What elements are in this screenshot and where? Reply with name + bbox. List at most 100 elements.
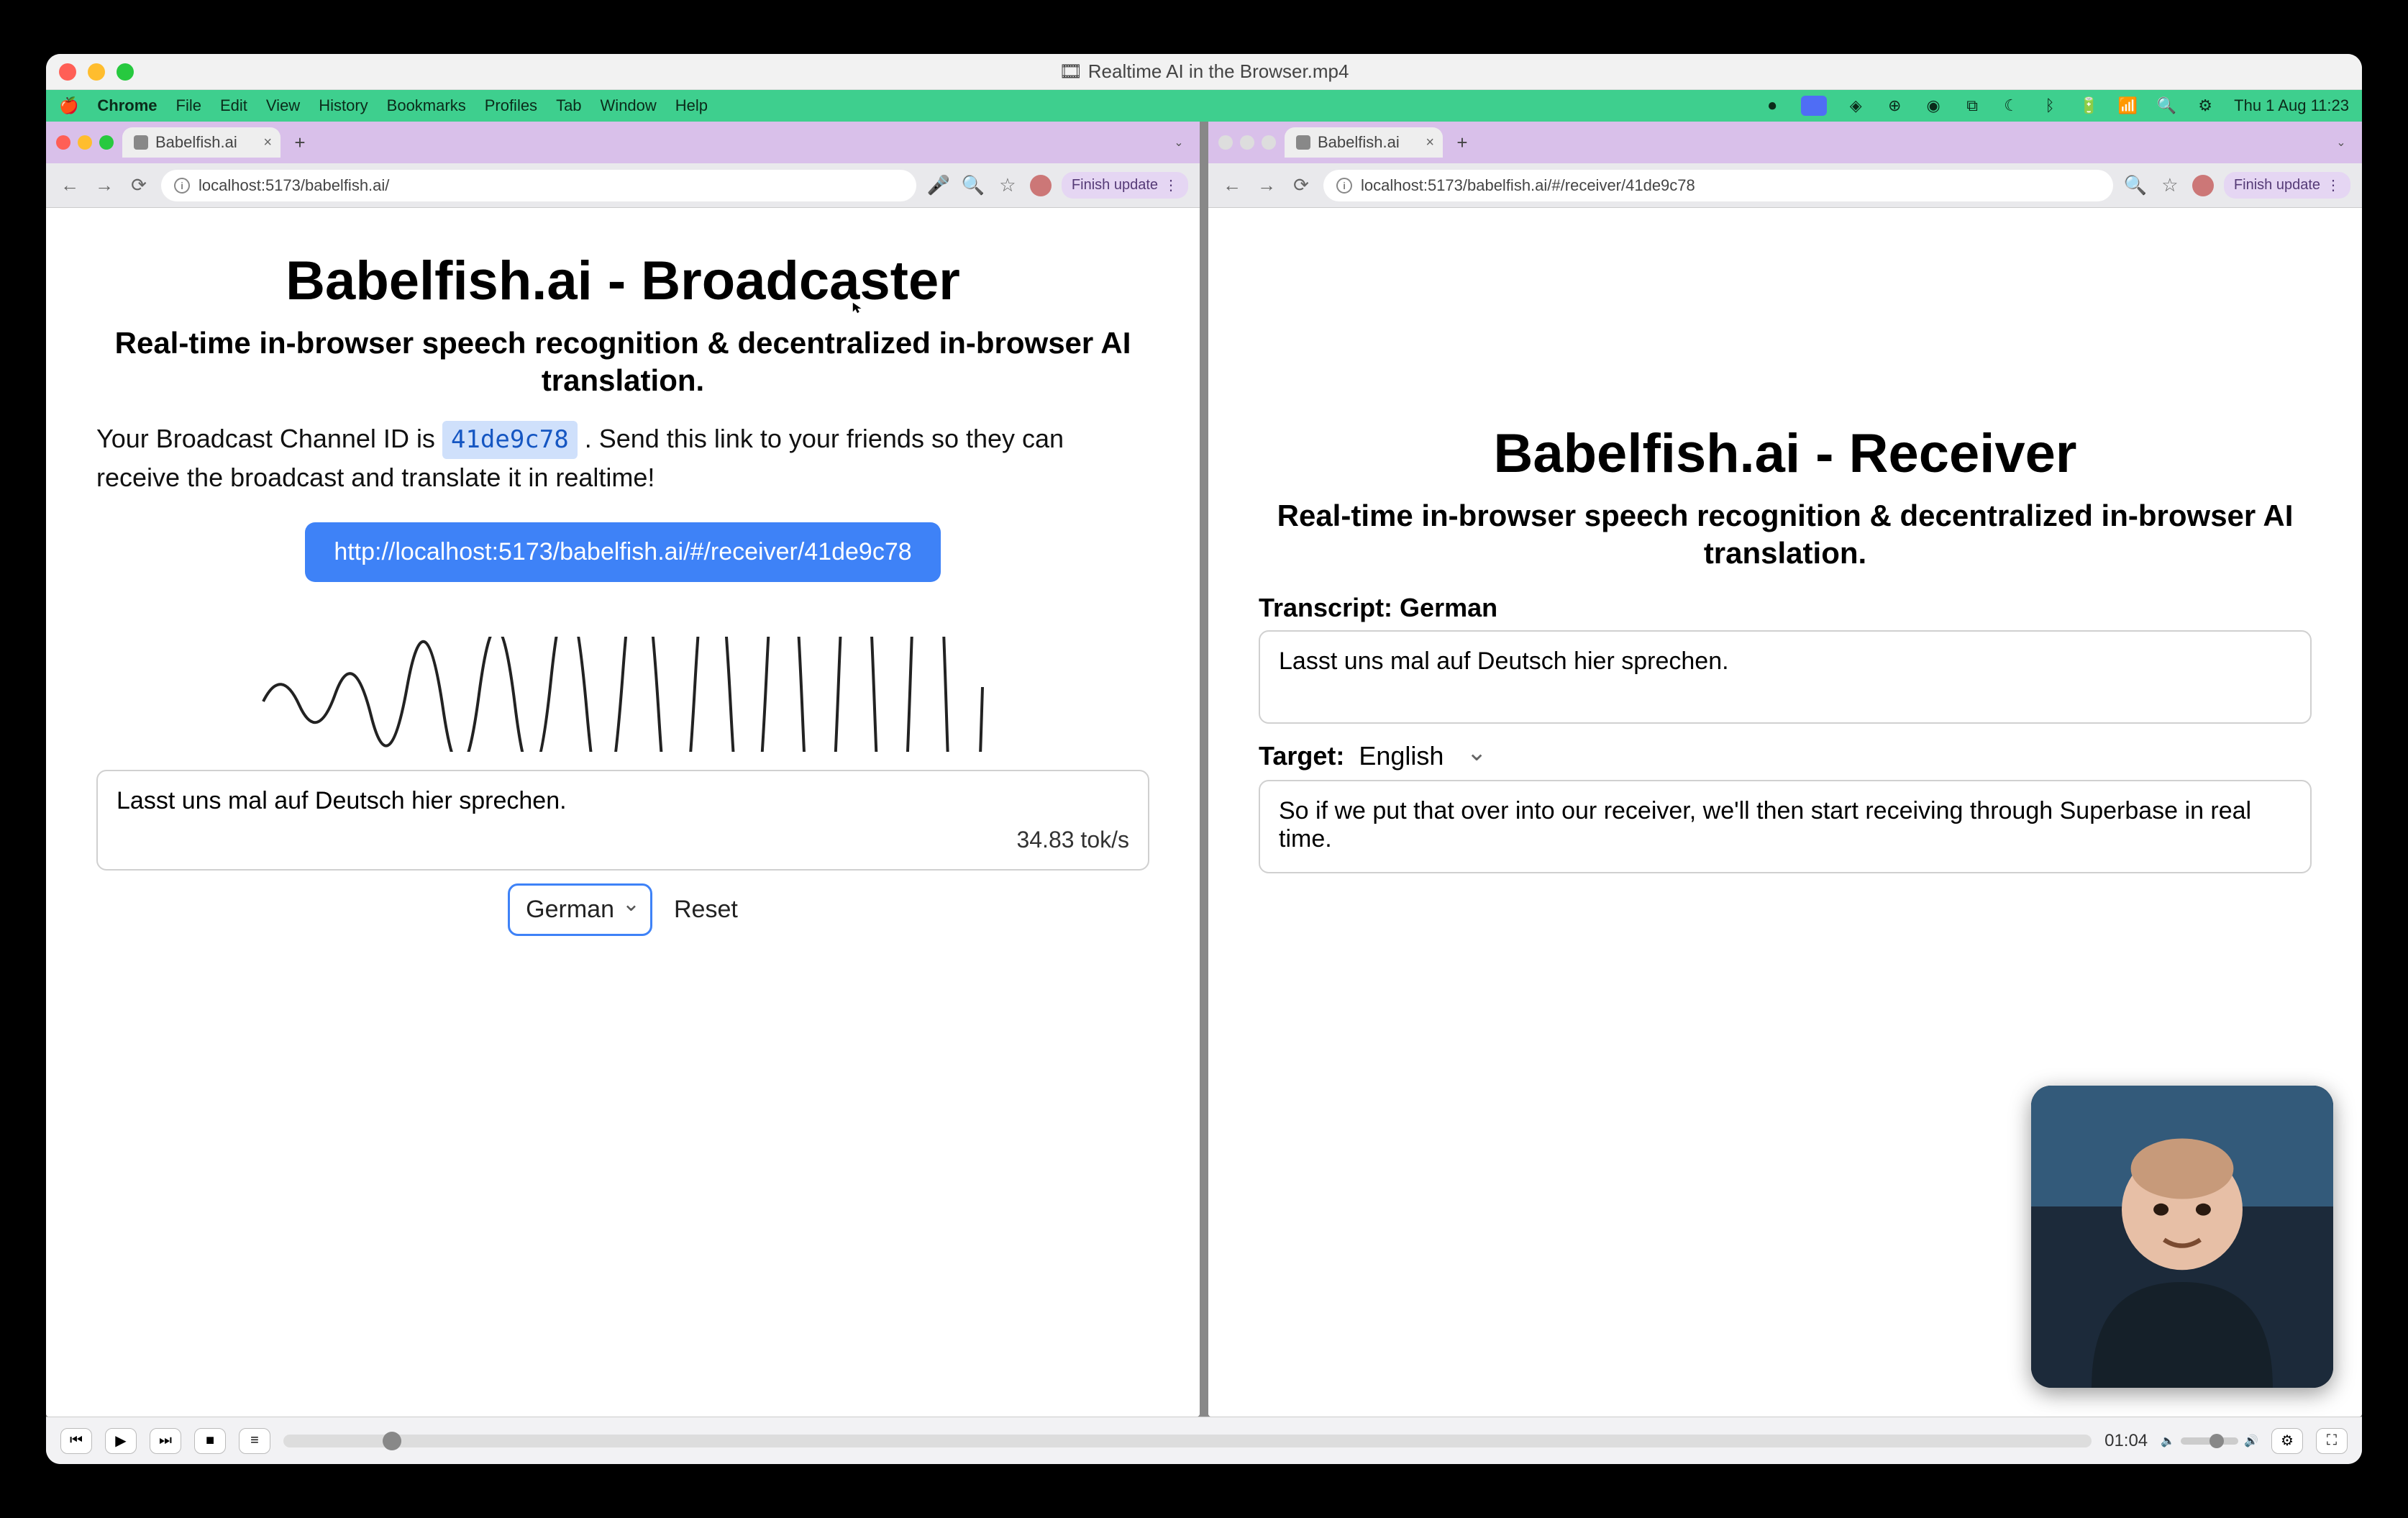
volume-slider[interactable]: [2181, 1437, 2238, 1445]
receiver-link-button[interactable]: http://localhost:5173/babelfish.ai/#/rec…: [305, 522, 940, 582]
menu-profiles[interactable]: Profiles: [485, 96, 537, 115]
page-subtitle: Real-time in-browser speech recognition …: [96, 324, 1149, 400]
menubar-control-center-icon[interactable]: ⚙: [2195, 96, 2215, 116]
progress-knob[interactable]: [383, 1432, 401, 1450]
back-button[interactable]: ←: [1220, 173, 1244, 198]
transcript-box: Lasst uns mal auf Deutsch hier sprechen.: [1259, 630, 2312, 724]
favicon-icon: [1296, 135, 1310, 150]
stop-button[interactable]: ■: [194, 1428, 226, 1454]
menubar-dnd-icon[interactable]: ☾: [2001, 96, 2021, 116]
menubar-ext3-icon[interactable]: ◉: [1923, 96, 1943, 116]
urlbar-right: ← → ⟳ i localhost:5173/babelfish.ai/#/re…: [1208, 163, 2362, 208]
apple-icon[interactable]: 🍎: [59, 96, 78, 115]
address-bar[interactable]: i localhost:5173/babelfish.ai/: [161, 170, 916, 201]
reload-button[interactable]: ⟳: [127, 173, 151, 198]
maximize-window-button[interactable]: [117, 63, 134, 81]
reload-button[interactable]: ⟳: [1289, 173, 1313, 198]
volume-low-icon[interactable]: 🔈: [2161, 1434, 2175, 1448]
waveform-visualizer: [96, 637, 1149, 752]
menu-history[interactable]: History: [319, 96, 368, 115]
tab-right[interactable]: Babelfish.ai ×: [1285, 127, 1443, 158]
site-info-icon[interactable]: i: [1336, 178, 1352, 194]
receiver-page: Babelfish.ai - Receiver Real-time in-bro…: [1208, 208, 2362, 1417]
browser-minimize-button[interactable]: [78, 135, 92, 150]
menu-bookmarks[interactable]: Bookmarks: [387, 96, 466, 115]
channel-id-chip[interactable]: 41de9c78: [442, 421, 578, 459]
overflow-menu-icon[interactable]: ⋮: [2326, 176, 2340, 194]
new-tab-button[interactable]: +: [289, 132, 311, 153]
minimize-window-button[interactable]: [88, 63, 105, 81]
menubar-bluetooth-icon[interactable]: ᛒ: [2040, 96, 2060, 116]
menubar-rec-icon[interactable]: ⏺: [1762, 96, 1782, 116]
new-tab-button[interactable]: +: [1451, 132, 1473, 153]
menubar-app-icon[interactable]: [1801, 96, 1827, 116]
overflow-menu-icon[interactable]: ⋮: [1164, 176, 1178, 194]
transcript-text: Lasst uns mal auf Deutsch hier sprechen.: [117, 787, 1129, 815]
browser-minimize-button[interactable]: [1240, 135, 1254, 150]
address-bar[interactable]: i localhost:5173/babelfish.ai/#/receiver…: [1323, 170, 2113, 201]
menu-window[interactable]: Window: [601, 96, 657, 115]
bookmark-icon[interactable]: ☆: [2158, 173, 2182, 198]
bookmark-icon[interactable]: ☆: [995, 173, 1020, 198]
lens-icon[interactable]: 🔍: [2123, 173, 2148, 198]
tab-dropdown-button[interactable]: ⌄: [2330, 132, 2352, 153]
forward-button[interactable]: →: [1254, 173, 1279, 198]
menubar-ext1-icon[interactable]: ◈: [1846, 96, 1866, 116]
tab-title: Babelfish.ai: [1318, 133, 1400, 152]
lens-icon[interactable]: 🔍: [961, 173, 985, 198]
tabbar-right: Babelfish.ai × + ⌄: [1208, 122, 2362, 163]
forward-button[interactable]: →: [92, 173, 117, 198]
url-text: localhost:5173/babelfish.ai/: [199, 176, 389, 195]
fullscreen-button[interactable]: ⛶: [2316, 1428, 2348, 1454]
fast-forward-button[interactable]: ⏭: [150, 1428, 181, 1454]
progress-bar[interactable]: [283, 1435, 2092, 1447]
tab-close-button[interactable]: ×: [1426, 135, 1434, 151]
rewind-button[interactable]: ⏮: [60, 1428, 92, 1454]
browser-maximize-button[interactable]: [1262, 135, 1276, 150]
menu-help[interactable]: Help: [675, 96, 708, 115]
tab-dropdown-button[interactable]: ⌄: [1168, 132, 1190, 153]
finish-update-chip[interactable]: Finish update ⋮: [1062, 172, 1188, 199]
titlebar: Realtime AI in the Browser.mp4: [46, 54, 2362, 90]
settings-button[interactable]: ⚙: [2271, 1428, 2303, 1454]
browser-close-button[interactable]: [1218, 135, 1233, 150]
split-view: Babelfish.ai × + ⌄ ← → ⟳ i localhost:517…: [46, 122, 2362, 1417]
reset-button[interactable]: Reset: [674, 896, 738, 924]
menubar-wifi-icon[interactable]: 📶: [2117, 96, 2138, 116]
menu-view[interactable]: View: [266, 96, 300, 115]
chapters-button[interactable]: ≡: [239, 1428, 270, 1454]
browser-right: Babelfish.ai × + ⌄ ← → ⟳ i localhost:517…: [1208, 122, 2362, 1417]
tab-title: Babelfish.ai: [155, 133, 237, 152]
menubar-screen-icon[interactable]: ⧉: [1962, 96, 1982, 116]
browser-close-button[interactable]: [56, 135, 70, 150]
broadcaster-page: Babelfish.ai - Broadcaster Real-time in-…: [46, 208, 1200, 1417]
player-controls: ⏮ ▶ ⏭ ■ ≡ 01:04 🔈 🔊 ⚙ ⛶: [46, 1417, 2362, 1464]
page-title: Babelfish.ai - Receiver: [1259, 424, 2312, 484]
back-button[interactable]: ←: [58, 173, 82, 198]
voice-search-icon[interactable]: 🎤: [926, 173, 951, 198]
browser-maximize-button[interactable]: [99, 135, 114, 150]
profile-avatar[interactable]: [1030, 175, 1052, 196]
tabbar-left: Babelfish.ai × + ⌄: [46, 122, 1200, 163]
menubar-app[interactable]: Chrome: [97, 96, 157, 115]
browser-left: Babelfish.ai × + ⌄ ← → ⟳ i localhost:517…: [46, 122, 1200, 1417]
menu-file[interactable]: File: [176, 96, 201, 115]
tab-close-button[interactable]: ×: [263, 135, 272, 151]
menubar-search-icon[interactable]: 🔍: [2156, 96, 2176, 116]
language-select[interactable]: German: [508, 883, 652, 936]
profile-avatar[interactable]: [2192, 175, 2214, 196]
target-language-select[interactable]: English: [1359, 741, 1487, 771]
volume-high-icon[interactable]: 🔊: [2244, 1434, 2258, 1448]
menu-edit[interactable]: Edit: [220, 96, 247, 115]
site-info-icon[interactable]: i: [174, 178, 190, 194]
menu-tab[interactable]: Tab: [556, 96, 581, 115]
close-window-button[interactable]: [59, 63, 76, 81]
menubar-clock[interactable]: Thu 1 Aug 11:23: [2234, 96, 2349, 115]
tab-left[interactable]: Babelfish.ai ×: [122, 127, 281, 158]
play-button[interactable]: ▶: [105, 1428, 137, 1454]
target-label: Target:: [1259, 741, 1344, 771]
volume-knob[interactable]: [2209, 1434, 2224, 1448]
menubar-ext2-icon[interactable]: ⊕: [1884, 96, 1905, 116]
menubar-battery-icon[interactable]: 🔋: [2079, 96, 2099, 116]
finish-update-chip[interactable]: Finish update ⋮: [2224, 172, 2350, 199]
